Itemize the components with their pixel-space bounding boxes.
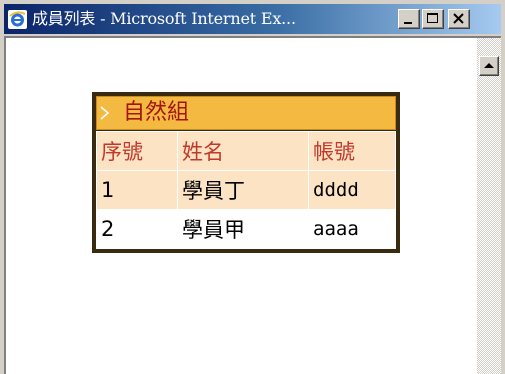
table-header-row: 序號 姓名 帳號	[96, 131, 396, 171]
maximize-icon	[427, 13, 438, 23]
cell-number: 2	[96, 209, 178, 249]
vertical-scrollbar[interactable]	[477, 38, 501, 374]
cell-number: 1	[96, 170, 178, 210]
close-icon	[453, 13, 464, 24]
column-header-number: 序號	[96, 131, 178, 171]
chevron-right-icon	[100, 106, 110, 120]
members-table: 序號 姓名 帳號 1 學員丁 dddd 2 學員甲 aaaa	[96, 131, 396, 249]
column-header-account: 帳號	[308, 131, 396, 171]
scroll-up-arrow-icon	[484, 63, 494, 68]
cell-account: dddd	[308, 170, 396, 210]
page-content: 自然組 序號 姓名 帳號 1 學員丁 dddd 2 學員甲 aaaa	[4, 36, 501, 374]
cell-account: aaaa	[308, 209, 396, 249]
cell-name: 學員甲	[177, 209, 309, 249]
group-panel: 自然組 序號 姓名 帳號 1 學員丁 dddd 2 學員甲 aaaa	[92, 92, 400, 253]
title-bar[interactable]: 成員列表 - Microsoft Internet Ex...	[4, 4, 501, 34]
window-title: 成員列表 - Microsoft Internet Ex...	[32, 9, 296, 28]
group-title: 自然組	[123, 100, 190, 125]
group-header[interactable]: 自然組	[96, 96, 396, 130]
table-row: 2 學員甲 aaaa	[96, 209, 396, 249]
scroll-up-button[interactable]	[479, 56, 499, 76]
internet-explorer-icon	[8, 10, 27, 29]
maximize-button[interactable]	[422, 9, 444, 29]
column-header-name: 姓名	[177, 131, 309, 171]
cell-name: 學員丁	[177, 170, 309, 210]
minimize-button[interactable]	[398, 9, 420, 29]
browser-window: 成員列表 - Microsoft Internet Ex... 自然組 序號 姓…	[0, 0, 505, 374]
table-row: 1 學員丁 dddd	[96, 170, 396, 210]
close-button[interactable]	[448, 9, 470, 29]
minimize-icon	[404, 22, 412, 24]
